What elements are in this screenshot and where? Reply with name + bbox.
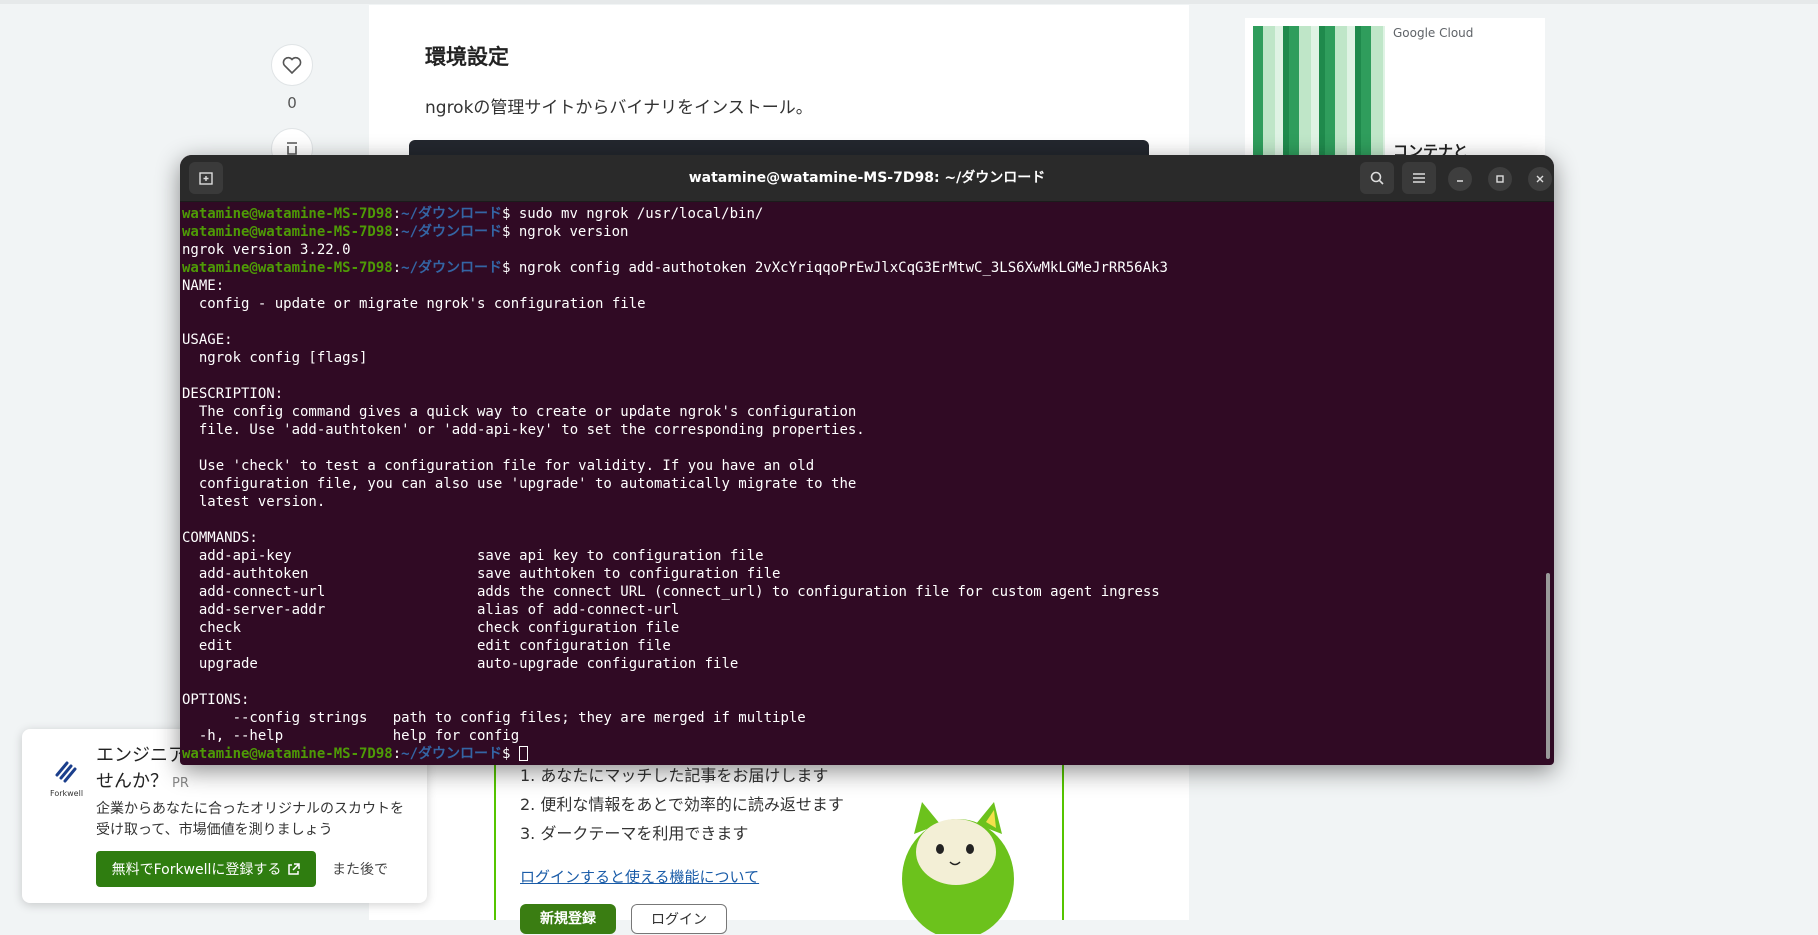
external-link-icon [288, 862, 301, 875]
maximize-icon [1496, 175, 1504, 183]
later-button[interactable]: また後で [332, 859, 388, 879]
output-line: OPTIONS: [182, 692, 250, 708]
benefits-list: 1. あなたにマッチした記事をお届けします 2. 便利な情報をあとで効率的に読み… [520, 762, 844, 849]
output-line: ngrok version 3.22.0 [182, 242, 351, 258]
forkwell-logo-text: Forkwell [50, 789, 84, 798]
output-line: USAGE: [182, 332, 233, 348]
list-item: 1. あなたにマッチした記事をお届けします [520, 766, 829, 785]
ad-brand: Google Cloud [1393, 26, 1474, 40]
output-line: edit edit configuration file [182, 638, 671, 654]
prompt-path: ~/ダウンロード [401, 224, 503, 240]
menu-button[interactable] [1402, 162, 1436, 194]
prompt-user: watamine@watamine-MS-7D98 [182, 224, 393, 240]
ad-banner[interactable]: Google Cloud コンテナと [1245, 18, 1545, 160]
login-button[interactable]: ログイン [631, 904, 727, 934]
like-button[interactable] [271, 44, 313, 86]
page-top-border [0, 0, 1818, 4]
heart-icon [282, 56, 302, 74]
prompt-separator: : [392, 206, 402, 222]
close-button[interactable] [1528, 167, 1552, 191]
output-line: configuration file, you can also use 'up… [182, 476, 857, 492]
output-line: add-authtoken save authtoken to configur… [182, 566, 781, 582]
prompt-symbol: $ [502, 260, 519, 276]
terminal-output[interactable]: watamine@watamine-MS-7D98:~/ダウンロード$ sudo… [182, 205, 1532, 765]
prompt-symbol: $ [502, 224, 519, 240]
hamburger-menu-icon [1413, 173, 1425, 183]
search-button[interactable] [1360, 162, 1394, 194]
terminal-titlebar[interactable]: watamine@watamine-MS-7D98: ~/ダウンロード [180, 155, 1554, 202]
output-line: add-api-key save api key to configuratio… [182, 548, 764, 564]
output-line: add-server-addr alias of add-connect-url [182, 602, 680, 618]
text-cursor [518, 746, 528, 761]
prompt-symbol: $ [502, 206, 519, 222]
mascot-illustration [902, 802, 1014, 934]
section-text: ngrokの管理サイトからバイナリをインストール。 [425, 98, 813, 118]
terminal-scrollbar[interactable] [1544, 205, 1552, 761]
output-line: NAME: [182, 278, 225, 294]
prompt-separator: : [392, 260, 402, 276]
list-item: 2. 便利な情報をあとで効率的に読み返せます [520, 795, 844, 814]
minimize-button[interactable] [1448, 167, 1472, 191]
output-line: config - update or migrate ngrok's confi… [182, 296, 646, 312]
command-line: watamine@watamine-MS-7D98:~/ダウンロード$ ngro… [182, 259, 1532, 277]
register-button-label: 無料でForkwellに登録する [111, 862, 282, 878]
command-line: watamine@watamine-MS-7D98:~/ダウンロード$ ngro… [182, 223, 1532, 241]
output-line: Use 'check' to test a configuration file… [182, 458, 815, 474]
output-line: DESCRIPTION: [182, 386, 284, 402]
output-line: latest version. [182, 494, 326, 510]
register-button[interactable]: 無料でForkwellに登録する [96, 851, 316, 887]
ad-image [1253, 26, 1385, 158]
command-text: sudo mv ngrok /usr/local/bin/ [518, 206, 764, 222]
login-benefits-card: 1. あなたにマッチした記事をお届けします 2. 便利な情報をあとで効率的に読み… [494, 740, 1064, 934]
close-icon [1536, 175, 1544, 183]
forkwell-logo-icon [55, 761, 77, 783]
like-column: 0 [271, 44, 313, 112]
search-icon [1370, 171, 1384, 185]
minimize-icon [1457, 180, 1463, 182]
pr-badge: PR [172, 776, 189, 791]
prompt-symbol: $ [502, 746, 519, 762]
section-heading: 環境設定 [425, 45, 509, 69]
command-line: watamine@watamine-MS-7D98:~/ダウンロード$ sudo… [182, 205, 1532, 223]
prompt-user: watamine@watamine-MS-7D98 [182, 206, 393, 222]
scrollbar-thumb[interactable] [1546, 573, 1550, 759]
output-line: The config command gives a quick way to … [182, 404, 857, 420]
terminal-title: watamine@watamine-MS-7D98: ~/ダウンロード [688, 170, 1046, 186]
list-item: 3. ダークテーマを利用できます [520, 824, 749, 843]
prompt-path: ~/ダウンロード [401, 746, 503, 762]
maximize-button[interactable] [1488, 167, 1512, 191]
output-line: --config strings path to config files; t… [182, 710, 806, 726]
output-line: file. Use 'add-authtoken' or 'add-api-ke… [182, 422, 865, 438]
signup-button[interactable]: 新規登録 [520, 904, 616, 934]
prompt-user: watamine@watamine-MS-7D98 [182, 746, 393, 762]
prompt-path: ~/ダウンロード [401, 206, 503, 222]
terminal-window[interactable]: watamine@watamine-MS-7D98: ~/ダウンロード wata… [180, 155, 1554, 765]
command-text: ngrok version [518, 224, 629, 240]
output-line: add-connect-url adds the connect URL (co… [182, 584, 1160, 600]
output-line: -h, --help help for config [182, 728, 520, 744]
command-text: ngrok config add-authotoken 2vXcYriqqoPr… [518, 260, 1168, 276]
new-tab-button[interactable] [189, 162, 223, 194]
prompt-path: ~/ダウンロード [401, 260, 503, 276]
output-line: check check configuration file [182, 620, 680, 636]
output-line: ngrok config [flags] [182, 350, 368, 366]
output-line: upgrade auto-upgrade configuration file [182, 656, 739, 672]
prompt-separator: : [392, 746, 402, 762]
login-features-link[interactable]: ログインすると使える機能について [520, 866, 759, 887]
forkwell-logo: Forkwell [50, 759, 84, 799]
prompt-line: watamine@watamine-MS-7D98:~/ダウンロード$ [182, 745, 1532, 763]
prompt-user: watamine@watamine-MS-7D98 [182, 260, 393, 276]
new-tab-icon [199, 172, 213, 185]
output-line: COMMANDS: [182, 530, 258, 546]
promo-body: 企業からあなたに合ったオリジナルのスカウトを受け取って、市場価値を測りましょう [96, 801, 404, 838]
prompt-separator: : [392, 224, 402, 240]
like-count: 0 [287, 94, 297, 112]
